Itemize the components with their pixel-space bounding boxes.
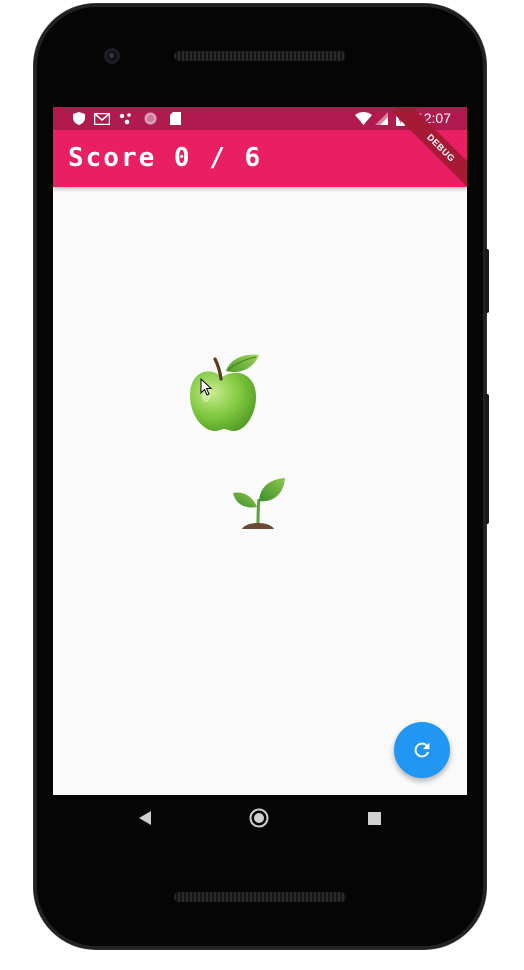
volume-button <box>485 394 489 524</box>
signal-icon <box>375 112 388 125</box>
shield-icon <box>72 112 85 125</box>
green-apple-icon[interactable] <box>188 351 260 435</box>
nodes-icon <box>119 112 132 125</box>
home-icon <box>249 808 269 828</box>
page-title: Score 0 / 6 <box>68 143 263 173</box>
gmail-icon <box>94 112 110 125</box>
circle-icon <box>144 112 157 125</box>
app-bar: Score 0 / 6 DEBUG <box>53 107 467 197</box>
mouse-cursor-icon <box>200 378 212 396</box>
top-speaker <box>174 51 346 61</box>
wifi-icon <box>355 112 372 125</box>
home-button[interactable] <box>248 807 270 829</box>
sd-card-icon <box>169 112 182 125</box>
recents-button[interactable] <box>365 809 383 827</box>
back-button[interactable] <box>136 808 154 828</box>
front-camera <box>104 48 120 64</box>
bottom-speaker <box>174 892 346 902</box>
back-icon <box>139 811 151 825</box>
refresh-icon <box>414 742 430 758</box>
screen: 12:07 Score 0 / 6 DEBUG <box>53 107 467 795</box>
recents-icon <box>367 811 381 825</box>
power-button <box>485 249 489 313</box>
refresh-button[interactable] <box>394 722 450 778</box>
seedling-icon[interactable] <box>230 475 286 531</box>
